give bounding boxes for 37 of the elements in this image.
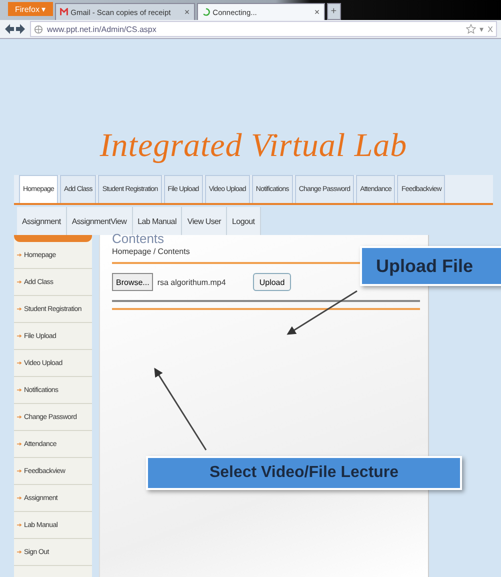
annotation-arrow xyxy=(286,290,358,335)
new-tab-button[interactable]: + xyxy=(326,3,341,20)
callout-label: Upload File xyxy=(360,246,501,286)
breadcrumb: Homepage / Contents xyxy=(112,247,191,256)
arrow-icon xyxy=(17,361,22,365)
close-tab-button[interactable]: × xyxy=(314,7,320,17)
nav-tab[interactable]: AssignmentView xyxy=(66,207,133,235)
arrow-icon xyxy=(17,334,22,338)
mail-icon xyxy=(60,8,68,16)
upload-button[interactable]: Upload xyxy=(253,273,291,291)
browse-button[interactable]: Browse... xyxy=(112,273,154,291)
nav-tab[interactable]: View User xyxy=(182,207,228,235)
arrow-icon xyxy=(17,496,22,500)
arrow-icon xyxy=(17,307,22,311)
spinner-icon xyxy=(202,8,210,16)
nav-tab[interactable]: Assignment xyxy=(17,207,67,235)
site-title: Integrated Virtual Lab xyxy=(98,127,408,166)
arrow-icon xyxy=(17,550,22,554)
toolbar-glyph[interactable]: X xyxy=(488,24,493,34)
url-text: www.ppt.net.in/Admin/CS.aspx xyxy=(47,24,158,34)
arrow-icon xyxy=(17,280,22,284)
callout-label: Select Video/File Lecture xyxy=(146,456,462,490)
close-tab-button[interactable]: × xyxy=(184,7,190,17)
arrow-icon xyxy=(17,415,22,419)
back-forward-icon[interactable] xyxy=(4,23,26,35)
arrow-icon xyxy=(17,388,22,392)
arrow-icon xyxy=(17,469,22,473)
nav-tab[interactable]: Lab Manual xyxy=(132,207,182,235)
file-name: rsa algorithum.mp4 xyxy=(157,278,227,286)
toolbar-glyph[interactable]: ▾ xyxy=(480,24,484,34)
nav-tab[interactable]: Logout xyxy=(227,207,261,235)
arrow-icon xyxy=(17,253,22,257)
arrow-icon xyxy=(17,442,22,446)
arrow-icon xyxy=(17,523,22,527)
globe-icon xyxy=(34,24,43,34)
bookmark-star-icon[interactable] xyxy=(466,24,476,34)
address-field[interactable]: www.ppt.net.in/Admin/CS.aspx ▾ X xyxy=(30,21,497,37)
